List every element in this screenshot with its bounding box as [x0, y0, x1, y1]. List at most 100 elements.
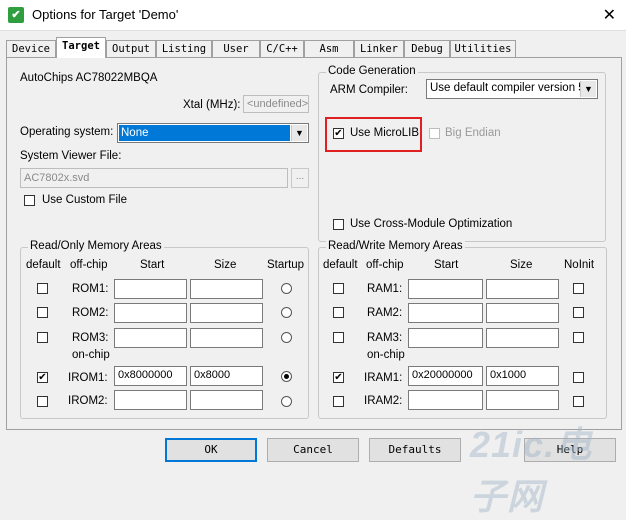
iram1-label: IRAM1:	[364, 372, 403, 384]
ram1-label: RAM1:	[367, 283, 403, 295]
iram1-default-checkbox[interactable]: ✔	[333, 372, 344, 383]
iram1-start-field[interactable]: 0x20000000	[408, 366, 483, 386]
ram-header-default: default	[323, 259, 358, 271]
rom-onchip-label: on-chip	[72, 349, 110, 361]
defaults-button[interactable]: Defaults	[369, 438, 461, 462]
rom3-label: ROM3:	[72, 332, 109, 344]
cancel-button[interactable]: Cancel	[267, 438, 359, 462]
rom1-label: ROM1:	[72, 283, 109, 295]
device-name: AutoChips AC78022MBQA	[20, 72, 158, 84]
big-endian-checkbox[interactable]	[429, 128, 440, 139]
use-custom-file-label: Use Custom File	[42, 194, 127, 206]
tab-target[interactable]: Target	[56, 37, 106, 58]
rom-header-size: Size	[214, 259, 237, 271]
ram3-default-checkbox[interactable]	[333, 332, 344, 343]
rom-header-startup: Startup	[267, 259, 305, 271]
rom3-startup-radio[interactable]	[281, 332, 292, 343]
irom1-default-checkbox[interactable]: ✔	[37, 372, 48, 383]
iram1-noinit-checkbox[interactable]	[573, 372, 584, 383]
ram3-start-field[interactable]	[408, 328, 483, 348]
ram1-default-checkbox[interactable]	[333, 283, 344, 294]
use-microlib-label: Use MicroLIB	[350, 127, 420, 139]
arm-compiler-select[interactable]: Use default compiler version 5 ▼	[426, 79, 598, 99]
iram2-label: IRAM2:	[364, 395, 403, 407]
keil-app-icon: ✔	[8, 7, 24, 23]
tab-linker[interactable]: Linker	[354, 40, 404, 57]
irom1-size-field[interactable]: 0x8000	[190, 366, 263, 386]
iram2-size-field[interactable]	[486, 390, 559, 410]
ram1-start-field[interactable]	[408, 279, 483, 299]
rom1-default-checkbox[interactable]	[37, 283, 48, 294]
iram1-size-field[interactable]: 0x1000	[486, 366, 559, 386]
ok-button[interactable]: OK	[165, 438, 257, 462]
ram3-size-field[interactable]	[486, 328, 559, 348]
rom3-size-field[interactable]	[190, 328, 263, 348]
irom1-label: IROM1:	[68, 372, 108, 384]
irom2-size-field[interactable]	[190, 390, 263, 410]
ram-onchip-label: on-chip	[367, 349, 405, 361]
ram2-default-checkbox[interactable]	[333, 307, 344, 318]
rom2-size-field[interactable]	[190, 303, 263, 323]
rom2-startup-radio[interactable]	[281, 307, 292, 318]
big-endian-label: Big Endian	[445, 127, 501, 139]
xtal-field[interactable]: <undefined>	[243, 95, 309, 113]
os-label: Operating system:	[20, 126, 114, 138]
tab-user[interactable]: User	[212, 40, 260, 57]
ram3-label: RAM3:	[367, 332, 403, 344]
rom2-label: ROM2:	[72, 307, 109, 319]
rom3-default-checkbox[interactable]	[37, 332, 48, 343]
cross-module-checkbox[interactable]	[333, 219, 344, 230]
chevron-down-icon[interactable]: ▼	[291, 125, 307, 141]
tab-c-cpp[interactable]: C/C++	[260, 40, 304, 57]
os-select[interactable]: None ▼	[117, 123, 309, 143]
rom-header-default: default	[26, 259, 61, 271]
iram2-default-checkbox[interactable]	[333, 396, 344, 407]
irom2-default-checkbox[interactable]	[37, 396, 48, 407]
use-microlib-checkbox[interactable]: ✔	[333, 128, 344, 139]
ram-header-offchip: off-chip	[366, 259, 404, 271]
iram2-noinit-checkbox[interactable]	[573, 396, 584, 407]
irom1-startup-radio[interactable]	[281, 371, 292, 382]
rom2-default-checkbox[interactable]	[37, 307, 48, 318]
tab-asm[interactable]: Asm	[304, 40, 354, 57]
iram2-start-field[interactable]	[408, 390, 483, 410]
tab-output[interactable]: Output	[106, 40, 156, 57]
ram2-label: RAM2:	[367, 307, 403, 319]
rom1-start-field[interactable]	[114, 279, 187, 299]
tab-device[interactable]: Device	[6, 40, 56, 57]
svf-field[interactable]: AC7802x.svd	[20, 168, 288, 188]
ram1-size-field[interactable]	[486, 279, 559, 299]
ram2-start-field[interactable]	[408, 303, 483, 323]
svf-label: System Viewer File:	[20, 150, 122, 162]
window-title: Options for Target 'Demo'	[32, 7, 179, 22]
ram-header-noinit: NoInit	[564, 259, 595, 271]
rom1-startup-radio[interactable]	[281, 283, 292, 294]
rom-header-start: Start	[140, 259, 165, 271]
ram-header-size: Size	[510, 259, 533, 271]
rom3-start-field[interactable]	[114, 328, 187, 348]
arm-compiler-label: ARM Compiler:	[330, 84, 408, 96]
tab-debug[interactable]: Debug	[404, 40, 450, 57]
tab-listing[interactable]: Listing	[156, 40, 212, 57]
title-bar: ✔ Options for Target 'Demo' ✕	[0, 0, 626, 31]
irom2-start-field[interactable]	[114, 390, 187, 410]
rom2-start-field[interactable]	[114, 303, 187, 323]
xtal-label: Xtal (MHz):	[183, 99, 241, 111]
chevron-down-icon[interactable]: ▼	[580, 81, 596, 97]
rom1-size-field[interactable]	[190, 279, 263, 299]
irom2-startup-radio[interactable]	[281, 396, 292, 407]
arm-compiler-value: Use default compiler version 5	[430, 82, 585, 94]
ram2-size-field[interactable]	[486, 303, 559, 323]
cross-module-label: Use Cross-Module Optimization	[350, 218, 513, 230]
use-custom-file-checkbox[interactable]	[24, 195, 35, 206]
svf-browse-button[interactable]: ...	[291, 168, 309, 188]
ram3-noinit-checkbox[interactable]	[573, 332, 584, 343]
close-icon[interactable]: ✕	[603, 5, 616, 25]
ram1-noinit-checkbox[interactable]	[573, 283, 584, 294]
rom-areas-title: Read/Only Memory Areas	[28, 240, 164, 252]
watermark-logo: 21ic.电子网	[470, 424, 593, 517]
ram2-noinit-checkbox[interactable]	[573, 307, 584, 318]
tab-utilities[interactable]: Utilities	[450, 40, 516, 57]
irom2-label: IROM2:	[68, 395, 108, 407]
irom1-start-field[interactable]: 0x8000000	[114, 366, 187, 386]
